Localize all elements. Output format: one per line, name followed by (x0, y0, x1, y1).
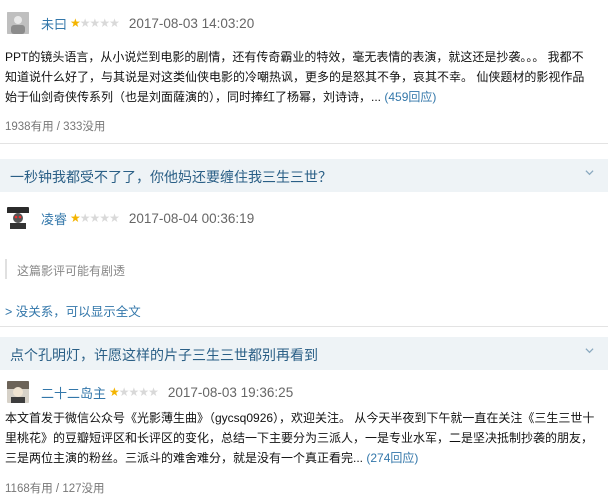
star-icon: ★ (109, 211, 120, 225)
rating-stars: ★ ★ ★ ★ ★ (109, 385, 159, 399)
star-icon: ★ (70, 211, 81, 225)
review-header: 二十二岛主 ★ ★ ★ ★ ★ 2017-08-03 19:36:25 (7, 380, 293, 404)
reply-count-link[interactable]: (459回应) (384, 90, 436, 104)
vote-counts: 1938有用 / 333没用 (5, 121, 106, 133)
star-icon: ★ (148, 385, 159, 399)
review-body: PPT的镜头语言，从小说烂到电影的剧情，还有传奇霸业的特效，毫无表情的表演，就这… (5, 50, 585, 104)
divider (0, 143, 608, 144)
rating-stars: ★ ★ ★ ★ ★ (70, 211, 120, 225)
star-icon: ★ (79, 211, 91, 225)
review-text: 本文首发于微信公众号《光影薄生曲》（gycsq0926），欢迎关注。 从今天半夜… (5, 408, 595, 468)
rating-stars: ★ ★ ★ ★ ★ (70, 16, 120, 30)
avatar[interactable] (7, 207, 29, 229)
show-full-text-link[interactable]: > 没关系，可以显示全文 (5, 301, 141, 320)
star-icon: ★ (118, 385, 130, 399)
star-icon: ★ (89, 16, 101, 30)
star-icon: ★ (109, 385, 120, 399)
star-icon: ★ (128, 385, 140, 399)
username[interactable]: 凌睿 (41, 209, 67, 228)
spoiler-text: 这篇影评可能有剧透 (17, 264, 126, 278)
avatar[interactable] (7, 12, 29, 34)
review-date: 2017-08-03 19:36:25 (167, 384, 294, 400)
username[interactable]: 未曰 (41, 14, 67, 33)
review-title-banner[interactable]: 一秒钟我都受不了了，你他妈还要缠住我三生三世？ (0, 159, 608, 192)
star-icon: ★ (109, 16, 120, 30)
star-icon: ★ (79, 16, 91, 30)
star-icon: ★ (99, 16, 110, 30)
chevron-down-icon[interactable] (585, 346, 594, 355)
review-text: PPT的镜头语言，从小说烂到电影的剧情，还有传奇霸业的特效，毫无表情的表演，就这… (5, 47, 595, 107)
review-header: 凌睿 ★ ★ ★ ★ ★ 2017-08-04 00:36:19 (7, 206, 254, 230)
star-icon: ★ (138, 385, 149, 399)
review-title[interactable]: 一秒钟我都受不了了，你他妈还要缠住我三生三世？ (10, 167, 332, 187)
review-date: 2017-08-04 00:36:19 (128, 210, 255, 226)
review-title-banner[interactable]: 点个孔明灯，许愿这样的片子三生三世都别再看到 (0, 337, 608, 370)
chevron-down-icon[interactable] (585, 168, 594, 177)
star-icon: ★ (99, 211, 110, 225)
review-body: 本文首发于微信公众号《光影薄生曲》（gycsq0926），欢迎关注。 从今天半夜… (5, 411, 595, 465)
review-date: 2017-08-03 14:03:20 (128, 15, 255, 31)
star-icon: ★ (89, 211, 101, 225)
reply-count-link[interactable]: (274回应) (366, 451, 418, 465)
review-title[interactable]: 点个孔明灯，许愿这样的片子三生三世都别再看到 (10, 345, 318, 365)
review-header: 未曰 ★ ★ ★ ★ ★ 2017-08-03 14:03:20 (7, 11, 254, 35)
spoiler-notice: 这篇影评可能有剧透 (5, 259, 595, 279)
divider (0, 326, 608, 327)
avatar[interactable] (7, 381, 29, 403)
username[interactable]: 二十二岛主 (41, 383, 106, 402)
spoiler-bar (5, 259, 7, 279)
star-icon: ★ (70, 16, 81, 30)
vote-counts: 1168有用 / 127没用 (5, 483, 105, 495)
